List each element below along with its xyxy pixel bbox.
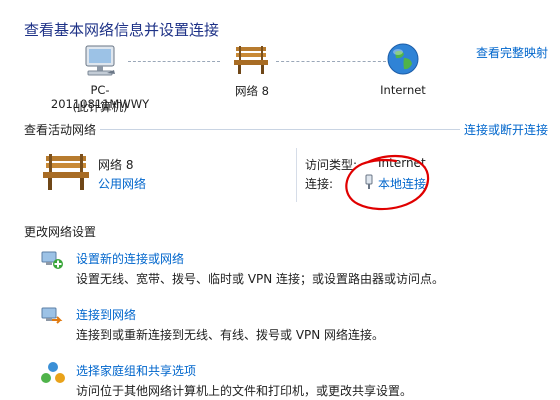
page-title: 查看基本网络信息并设置连接 bbox=[24, 21, 220, 39]
bench-icon bbox=[40, 152, 92, 192]
option-desc-homegroup: 访问位于其他网络计算机上的文件和打印机，或更改共享设置。 bbox=[76, 384, 413, 398]
vertical-divider bbox=[296, 148, 297, 202]
globe-icon[interactable] bbox=[386, 42, 420, 76]
homegroup-icon bbox=[40, 361, 66, 385]
connection-label: 连接: bbox=[305, 177, 334, 191]
new-connection-icon bbox=[40, 249, 64, 273]
active-networks-heading: 查看活动网络 bbox=[24, 123, 97, 137]
internet-label: Internet bbox=[380, 83, 426, 97]
map-line-2 bbox=[276, 61, 386, 62]
map-network-name: 网络 8 bbox=[235, 84, 269, 98]
view-full-map-link[interactable]: 查看完整映射 bbox=[476, 44, 548, 61]
change-settings-heading: 更改网络设置 bbox=[24, 225, 97, 239]
bench-icon[interactable] bbox=[232, 44, 270, 76]
connect-disconnect-link[interactable]: 连接或断开连接 bbox=[464, 121, 548, 138]
map-line-1 bbox=[128, 61, 220, 62]
computer-icon[interactable] bbox=[80, 44, 120, 78]
section-divider bbox=[100, 129, 460, 130]
option-desc-new-connection: 设置无线、宽带、拨号、临时或 VPN 连接；或设置路由器或访问点。 bbox=[76, 272, 445, 286]
connect-network-icon bbox=[40, 305, 64, 329]
annotation-circle bbox=[345, 154, 430, 211]
computer-note: (此计算机) bbox=[72, 100, 128, 114]
active-network-name: 网络 8 bbox=[98, 158, 134, 172]
network-type-link[interactable]: 公用网络 bbox=[98, 175, 146, 192]
option-title-connect-network[interactable]: 连接到网络 bbox=[76, 306, 136, 323]
option-title-new-connection[interactable]: 设置新的连接或网络 bbox=[76, 250, 184, 267]
option-desc-connect-network: 连接到或重新连接到无线、有线、拨号或 VPN 网络连接。 bbox=[76, 328, 385, 342]
option-title-homegroup[interactable]: 选择家庭组和共享选项 bbox=[76, 362, 196, 379]
